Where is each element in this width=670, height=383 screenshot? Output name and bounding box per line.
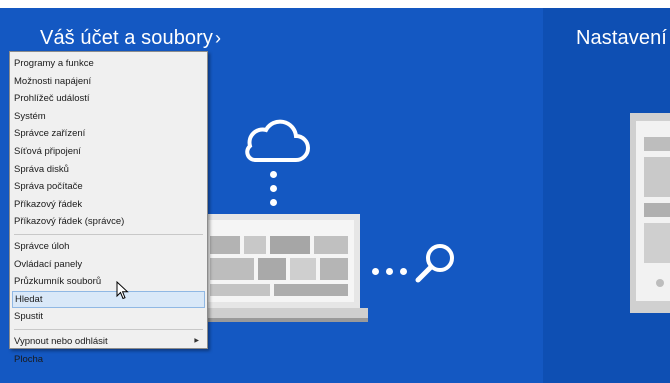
menu-item-computer-management[interactable]: Správa počítače	[10, 178, 207, 196]
settings-heading[interactable]: Nastavení	[576, 27, 667, 50]
menu-item-shutdown-signout[interactable]: Vypnout nebo odhlásit ▶	[10, 333, 207, 351]
account-files-title: Váš účet a soubory	[40, 27, 214, 49]
menu-item-disk-management[interactable]: Správa disků	[10, 161, 207, 179]
menu-item-command-prompt-admin[interactable]: Příkazový řádek (správce)	[10, 213, 207, 231]
menu-item-run[interactable]: Spustit	[10, 308, 207, 326]
connector-dot	[386, 268, 393, 275]
chevron-right-icon: ›	[215, 28, 222, 48]
connector-dot	[270, 171, 277, 178]
menu-item-system[interactable]: Systém	[10, 108, 207, 126]
menu-separator	[14, 328, 203, 330]
menu-item-search[interactable]: Hledat	[12, 290, 205, 309]
account-files-heading[interactable]: Váš účet a soubory ›	[40, 27, 221, 50]
menu-item-command-prompt[interactable]: Příkazový řádek	[10, 196, 207, 214]
laptop-icon	[190, 214, 368, 322]
cloud-icon	[245, 119, 310, 162]
menu-item-file-explorer[interactable]: Průzkumník souborů	[10, 273, 207, 291]
menu-item-network-connections[interactable]: Síťová připojení	[10, 143, 207, 161]
menu-item-event-viewer[interactable]: Prohlížeč událostí	[10, 90, 207, 108]
menu-item-device-manager[interactable]: Správce zařízení	[10, 125, 207, 143]
connector-dot	[400, 268, 407, 275]
connector-dot	[270, 185, 277, 192]
menu-item-shutdown-label: Vypnout nebo odhlásit	[14, 335, 108, 347]
quick-link-menu: Programy a funkce Možnosti napájení Proh…	[9, 51, 208, 365]
submenu-arrow-icon: ▶	[194, 337, 199, 344]
magnifier-icon	[415, 244, 454, 283]
menu-separator	[14, 233, 203, 235]
screen: Váš účet a soubory › Nastavení Programy …	[0, 0, 670, 383]
connector-dot	[270, 199, 277, 206]
menu-item-desktop[interactable]: Plocha	[10, 351, 207, 369]
connector-dot	[372, 268, 379, 275]
mouse-cursor-icon	[116, 281, 129, 300]
menu-item-task-manager[interactable]: Správce úloh	[10, 238, 207, 256]
menu-item-programs-features[interactable]: Programy a funkce	[10, 55, 207, 73]
menu-item-power-options[interactable]: Možnosti napájení	[10, 73, 207, 91]
monitor-icon	[630, 113, 670, 313]
menu-item-control-panel[interactable]: Ovládací panely	[10, 256, 207, 274]
